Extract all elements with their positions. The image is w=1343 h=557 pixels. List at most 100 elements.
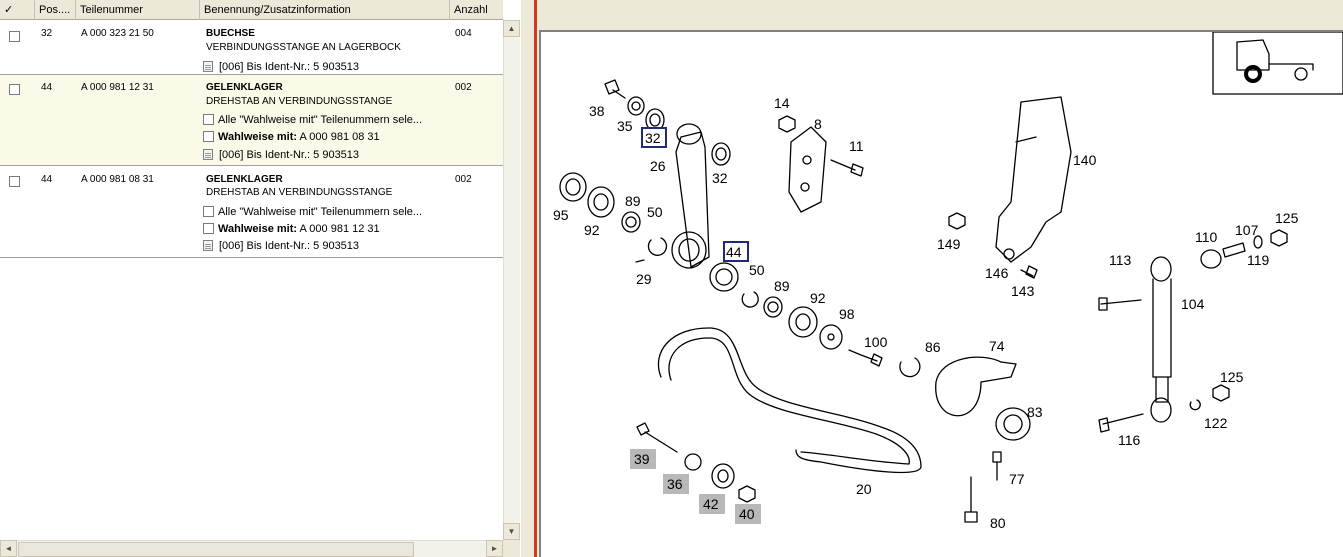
row-note-doc[interactable]: [006] Bis Ident-Nr.: 5 903513: [203, 149, 359, 161]
callout-8[interactable]: 8: [814, 116, 822, 132]
row-pos: 44: [41, 174, 53, 185]
row-name: GELENKLAGER: [206, 82, 283, 93]
callout-42[interactable]: 42: [703, 496, 719, 512]
vertical-scrollbar[interactable]: ▲ ▼: [503, 20, 520, 540]
row-pos: 32: [41, 28, 53, 39]
table-row[interactable]: 32 A 000 323 21 50 BUECHSE VERBINDUNGSST…: [0, 21, 503, 75]
callout-32[interactable]: 32: [645, 130, 661, 146]
callout-107[interactable]: 107: [1235, 222, 1259, 238]
callout-89[interactable]: 89: [625, 193, 641, 209]
row-pos: 44: [41, 82, 53, 93]
document-icon: [203, 149, 213, 160]
callout-113[interactable]: 113: [1109, 252, 1132, 268]
callout-50b[interactable]: 50: [749, 262, 765, 278]
alternative-part-checkbox[interactable]: Wahlweise mit: A 000 981 08 31: [203, 131, 380, 143]
callout-92b[interactable]: 92: [810, 290, 826, 306]
row-description: VERBINDUNGSSTANGE AN LAGERBOCK: [206, 42, 401, 53]
alternative-part-checkbox[interactable]: Wahlweise mit: A 000 981 12 31: [203, 223, 380, 235]
callout-14[interactable]: 14: [774, 95, 790, 111]
callout-125[interactable]: 125: [1275, 210, 1299, 226]
checkbox-icon[interactable]: [203, 206, 214, 217]
exploded-view-drawing[interactable]: 38 35 32 26 14 8 11 140 32 95 92 89 50 1…: [539, 30, 1343, 557]
callout-74[interactable]: 74: [989, 338, 1005, 354]
parts-drawing: 38 35 32 26 14 8 11 140 32 95 92 89 50 1…: [553, 32, 1343, 531]
pane-splitter[interactable]: [521, 0, 539, 557]
callout-20[interactable]: 20: [856, 481, 872, 497]
callout-labels: 38 35 32 26 14 8 11 140 32 95 92 89 50 1…: [553, 95, 1299, 531]
parts-table: ✓ Pos.... Teilenummer Benennung/Zusatzin…: [0, 0, 503, 540]
callout-29[interactable]: 29: [636, 271, 652, 287]
row-description: DREHSTAB AN VERBINDUNGSSTANGE: [206, 96, 393, 107]
callout-26[interactable]: 26: [650, 158, 666, 174]
row-checkbox[interactable]: [9, 84, 20, 95]
callout-95[interactable]: 95: [553, 207, 569, 223]
row-note-doc[interactable]: [006] Bis Ident-Nr.: 5 903513: [203, 61, 359, 73]
callout-98[interactable]: 98: [839, 306, 855, 322]
callout-149[interactable]: 149: [937, 236, 961, 252]
col-check-header[interactable]: ✓: [0, 0, 35, 20]
table-row[interactable]: 44 A 000 981 08 31 GELENKLAGER DREHSTAB …: [0, 166, 503, 258]
callout-32b[interactable]: 32: [712, 170, 728, 186]
parts-list-pane: ✓ Pos.... Teilenummer Benennung/Zusatzin…: [0, 0, 521, 557]
callout-36[interactable]: 36: [667, 476, 683, 492]
checkbox-icon[interactable]: [203, 114, 214, 125]
col-description-header[interactable]: Benennung/Zusatzinformation: [200, 0, 450, 20]
table-header: ✓ Pos.... Teilenummer Benennung/Zusatzin…: [0, 0, 503, 20]
callout-50[interactable]: 50: [647, 204, 663, 220]
row-qty: 002: [455, 82, 472, 93]
callout-11[interactable]: 11: [849, 138, 864, 154]
row-checkbox[interactable]: [9, 176, 20, 187]
callout-110[interactable]: 110: [1195, 229, 1218, 245]
callout-44[interactable]: 44: [726, 244, 742, 260]
scroll-down-button[interactable]: ▼: [503, 523, 520, 540]
select-all-alternatives-checkbox[interactable]: Alle "Wahlweise mit" Teilenummern sele..…: [203, 114, 422, 126]
callout-38[interactable]: 38: [589, 103, 605, 119]
row-name: BUECHSE: [206, 28, 255, 39]
horizontal-scrollbar[interactable]: ◄ ►: [0, 540, 503, 557]
splitter-accent: [534, 0, 537, 557]
table-row[interactable]: 44 A 000 981 12 31 GELENKLAGER DREHSTAB …: [0, 75, 503, 166]
checkbox-icon[interactable]: [203, 223, 214, 234]
scroll-up-button[interactable]: ▲: [503, 20, 520, 37]
callout-83[interactable]: 83: [1027, 404, 1043, 420]
document-icon: [203, 61, 213, 72]
callout-77[interactable]: 77: [1009, 471, 1025, 487]
row-part-number: A 000 981 08 31: [81, 174, 154, 185]
callout-89b[interactable]: 89: [774, 278, 790, 294]
diagram-pane: 38 35 32 26 14 8 11 140 32 95 92 89 50 1…: [539, 0, 1343, 557]
callout-100[interactable]: 100: [864, 334, 888, 350]
document-icon: [203, 240, 213, 251]
callout-116[interactable]: 116: [1118, 432, 1141, 448]
scroll-right-button[interactable]: ►: [486, 540, 503, 557]
vehicle-thumbnail: [1212, 32, 1343, 95]
callout-92[interactable]: 92: [584, 222, 600, 238]
callout-122[interactable]: 122: [1204, 415, 1228, 431]
callout-143[interactable]: 143: [1011, 283, 1035, 299]
row-qty: 002: [455, 174, 472, 185]
row-note-doc[interactable]: [006] Bis Ident-Nr.: 5 903513: [203, 240, 359, 252]
row-name: GELENKLAGER: [206, 174, 283, 185]
select-all-alternatives-checkbox[interactable]: Alle "Wahlweise mit" Teilenummern sele..…: [203, 206, 422, 218]
callout-40[interactable]: 40: [739, 506, 755, 522]
row-checkbox[interactable]: [9, 31, 20, 42]
row-part-number: A 000 323 21 50: [81, 28, 154, 39]
col-qty-header[interactable]: Anzahl: [450, 0, 503, 20]
callout-80[interactable]: 80: [990, 515, 1006, 531]
horizontal-scroll-thumb[interactable]: [18, 542, 414, 557]
row-part-number: A 000 981 12 31: [81, 82, 154, 93]
row-description: DREHSTAB AN VERBINDUNGSSTANGE: [206, 187, 393, 198]
scrollbar-corner: [503, 540, 520, 557]
col-pos-header[interactable]: Pos....: [35, 0, 76, 20]
checkbox-icon[interactable]: [203, 131, 214, 142]
callout-86[interactable]: 86: [925, 339, 941, 355]
callout-104[interactable]: 104: [1181, 296, 1205, 312]
callout-146[interactable]: 146: [985, 265, 1009, 281]
callout-125b[interactable]: 125: [1220, 369, 1244, 385]
scroll-left-button[interactable]: ◄: [0, 540, 17, 557]
col-partno-header[interactable]: Teilenummer: [76, 0, 200, 20]
callout-35[interactable]: 35: [617, 118, 633, 134]
callout-140[interactable]: 140: [1073, 152, 1097, 168]
row-qty: 004: [455, 28, 472, 39]
callout-39[interactable]: 39: [634, 451, 650, 467]
callout-119[interactable]: 119: [1247, 252, 1270, 268]
